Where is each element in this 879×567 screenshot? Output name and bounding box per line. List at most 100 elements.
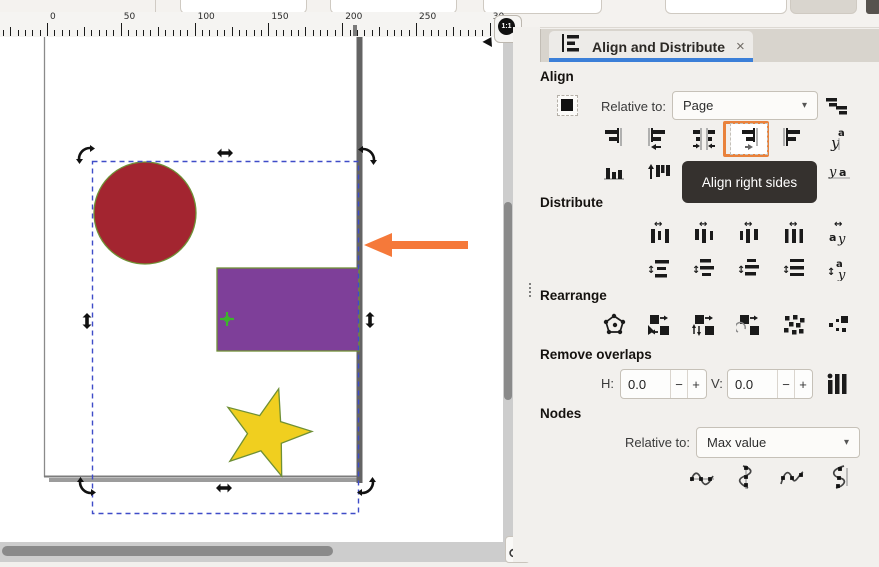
distribute-text-anchors-vertical-icon: ↕ay <box>827 259 846 281</box>
h-gap-label: H: <box>601 376 614 391</box>
page-right-border <box>356 37 363 483</box>
ruler-label: 200 <box>345 12 363 22</box>
text-anchor-horizontal-button[interactable]: ay <box>821 124 857 154</box>
panel-divider[interactable] <box>513 27 540 562</box>
randomize-positions-button[interactable] <box>776 310 812 340</box>
ruler-tick <box>312 30 314 36</box>
align-nodes-vertically-button[interactable] <box>729 462 765 492</box>
ruler-tick <box>238 30 240 36</box>
distribute-text-anchors-vertical-button[interactable]: ↕ a y <box>821 253 857 283</box>
nodes-section-header: Nodes <box>540 406 582 421</box>
distribute-centers-horizontally-button[interactable]: ↔ <box>686 218 722 248</box>
ruler-tick <box>416 23 417 36</box>
exchange-stacking-order-button[interactable] <box>686 310 722 340</box>
distribute-equal-horizontal-gaps-button[interactable]: ↔ <box>776 218 812 248</box>
distribute-centers-vertically-button[interactable]: ↕ <box>686 253 722 283</box>
yellow-star[interactable] <box>226 386 314 479</box>
distribute-centers-horizontally-icon: ↔ <box>695 220 713 243</box>
skew-horizontal-handle-icon[interactable] <box>216 483 232 493</box>
skew-horizontal-handle-icon[interactable] <box>217 148 233 158</box>
rearrange-section-header: Rearrange <box>540 288 607 303</box>
svg-text:↔: ↔ <box>699 220 707 230</box>
align-bottoms-button[interactable] <box>596 157 632 187</box>
align-left-edges-button[interactable] <box>641 124 677 154</box>
ruler-tick <box>32 30 34 36</box>
ruler-tick <box>157 27 159 36</box>
ruler-tick <box>357 30 358 36</box>
v-minus-button[interactable]: − <box>777 370 794 398</box>
ruler-tick <box>482 30 484 36</box>
panel-resize-grip[interactable] <box>529 283 532 299</box>
align-text-baselines-icon: ya <box>828 165 850 180</box>
purple-rectangle[interactable] <box>216 267 360 352</box>
distribute-top-edges-button[interactable]: ↕ <box>641 253 677 283</box>
move-as-group-icon[interactable] <box>824 93 850 124</box>
move-as-group-icon <box>826 98 847 115</box>
tab-close-icon[interactable]: × <box>736 38 745 55</box>
align-tops-button[interactable] <box>641 157 677 187</box>
unclump-button[interactable] <box>821 310 857 340</box>
ruler-tick <box>386 30 388 36</box>
ruler-tick <box>10 27 12 36</box>
distribute-nodes-horizontally-button[interactable] <box>774 462 810 492</box>
distribute-left-edges-button[interactable]: ↔ <box>641 218 677 248</box>
horizontal-scrollbar[interactable] <box>0 542 513 562</box>
toolbar-field-partial[interactable] <box>665 0 787 14</box>
v-gap-input[interactable] <box>728 370 777 398</box>
distribute-right-edges-icon: ↔ <box>740 220 758 243</box>
distribute-equal-vertical-gaps-button[interactable]: ↕ <box>776 253 812 283</box>
align-relative-to-dropdown[interactable]: Page ▾ <box>672 91 818 120</box>
treat-selection-as-group-checkbox[interactable] <box>557 95 578 116</box>
distribute-bottom-edges-button[interactable]: ↕ <box>731 253 767 283</box>
ruler-tick <box>231 27 233 36</box>
annotation-arrow <box>364 233 468 257</box>
exchange-clockwise-button[interactable] <box>731 310 767 340</box>
ruler-tick <box>430 30 432 36</box>
h-gap-input[interactable] <box>621 370 670 398</box>
svg-text:y: y <box>828 165 837 180</box>
remove-overlaps-button[interactable] <box>823 370 849 401</box>
ruler-tick <box>142 30 144 36</box>
h-minus-button[interactable]: − <box>670 370 687 398</box>
exchange-selection-order-button[interactable] <box>641 310 677 340</box>
skew-vertical-handle-icon[interactable] <box>365 312 375 328</box>
center-on-vertical-axis-button[interactable] <box>686 124 722 154</box>
vertical-scrollbar[interactable] <box>503 37 513 542</box>
v-plus-button[interactable]: + <box>794 370 811 398</box>
ruler-tick <box>489 23 491 36</box>
skew-vertical-handle-icon[interactable] <box>82 313 92 329</box>
align-section-header: Align <box>540 69 574 84</box>
align-nodes-horizontally-button[interactable] <box>684 462 720 492</box>
ruler-tick <box>224 30 226 36</box>
nodes-relative-to-dropdown[interactable]: Max value ▾ <box>696 427 860 458</box>
h-gap-spinbox[interactable]: − + <box>620 369 707 399</box>
svg-text:↕: ↕ <box>647 265 655 276</box>
ruler-tick <box>423 30 425 36</box>
align-right-sides-button[interactable] <box>730 123 768 155</box>
nodes-relative-to-label: Relative to: <box>624 435 690 450</box>
randomize-positions-icon <box>784 315 805 335</box>
toolbar-button-partial[interactable] <box>790 0 857 14</box>
distribute-nodes-vertically-button[interactable] <box>819 462 855 492</box>
v-gap-spinbox[interactable]: − + <box>727 369 813 399</box>
align-right-to-anchor-button[interactable] <box>596 124 632 154</box>
vertical-scrollbar-thumb[interactable] <box>504 202 512 400</box>
exchange-clockwise-icon <box>736 315 759 335</box>
horizontal-scrollbar-thumb[interactable] <box>2 546 333 556</box>
align-left-to-anchor-button[interactable] <box>776 124 812 154</box>
align-text-baselines-button[interactable]: ya <box>821 157 857 187</box>
ruler-tick <box>69 30 71 36</box>
ruler-tick <box>113 30 115 36</box>
canvas[interactable] <box>0 37 503 542</box>
ruler-tick <box>39 30 41 36</box>
exchange-stacking-order-icon <box>692 315 714 336</box>
make-edges-network-button[interactable] <box>596 310 632 340</box>
distribute-right-edges-button[interactable]: ↔ <box>731 218 767 248</box>
ruler-tick <box>2 30 4 36</box>
h-plus-button[interactable]: + <box>687 370 704 398</box>
nodes-relative-to-value: Max value <box>707 435 767 450</box>
distribute-text-anchors-horizontal-button[interactable]: ↔ a y <box>821 218 857 248</box>
horizontal-ruler[interactable]: 05010015020025030 <box>0 12 504 37</box>
toolbar-button-partial[interactable] <box>866 0 879 14</box>
red-circle[interactable] <box>93 161 197 265</box>
